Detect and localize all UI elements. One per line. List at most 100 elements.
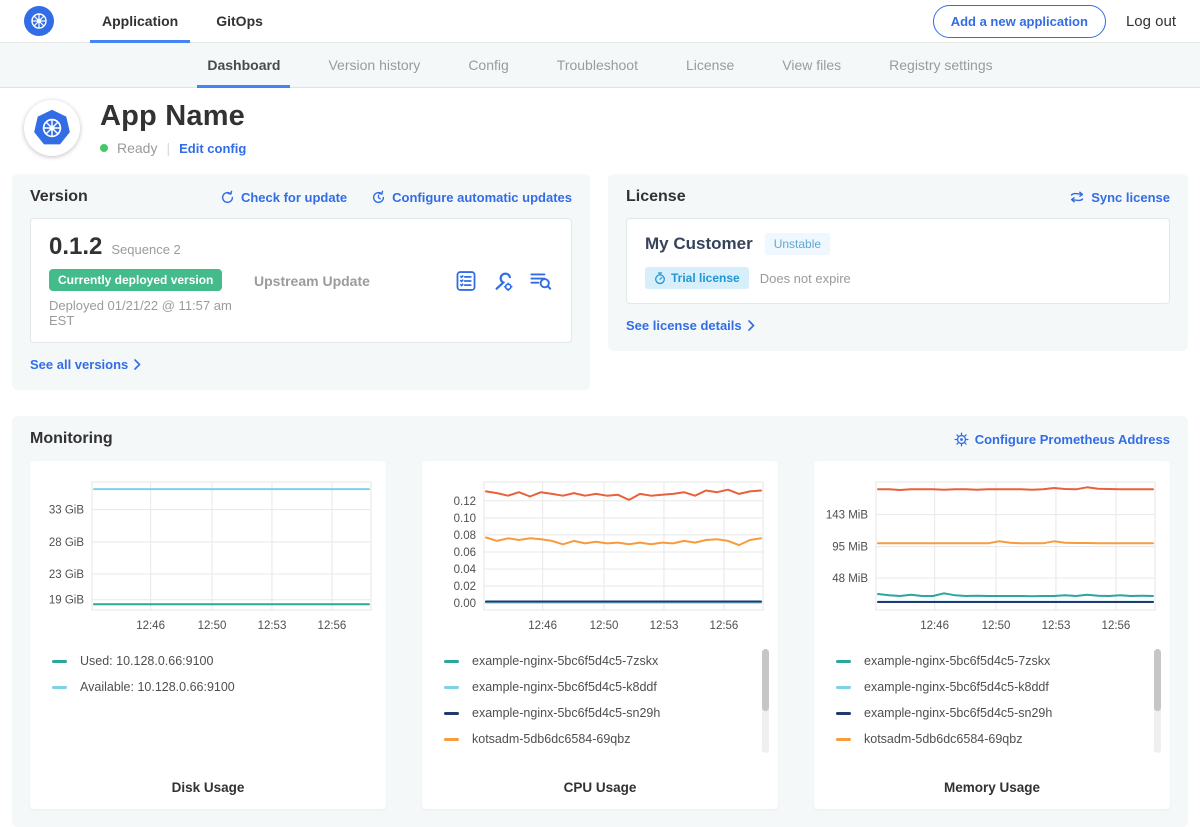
svg-text:0.04: 0.04 [454,564,477,576]
app-status-row: Ready | Edit config [100,140,246,156]
legend-dash-icon [836,686,851,689]
sync-arrows-icon [1069,190,1085,204]
legend-scrollbar[interactable] [1154,649,1161,753]
license-card: License Sync license My Customer Unstabl… [608,174,1188,351]
see-license-details-link[interactable]: See license details [626,318,755,333]
channel-badge: Unstable [765,233,830,255]
legend-item[interactable]: Available: 10.128.0.66:9100 [52,680,374,694]
schedule-update-icon [371,190,386,205]
legend-item[interactable]: kotsadm-5db6dc6584-69qbz [836,732,1158,746]
license-card-actions: Sync license [1069,190,1170,205]
cpu-usage-chart-title: CPU Usage [434,780,766,795]
memory-usage-legend: example-nginx-5bc6f5d4c5-7zskx example-ng… [836,654,1158,770]
customer-name: My Customer [645,234,753,254]
status-dot-icon [100,144,108,152]
disk-usage-chart-card: 12:4612:5012:5312:5619 GiB23 GiB28 GiB33… [30,461,386,809]
kubernetes-logo [24,6,54,36]
monitoring-header: Monitoring Configure Prometheus Address [30,430,1170,448]
kubernetes-heptagon-icon [33,109,71,147]
svg-text:0.08: 0.08 [454,530,476,542]
license-expiry: Does not expire [760,271,851,286]
check-for-update-label: Check for update [241,190,347,205]
svg-text:12:56: 12:56 [710,620,739,632]
legend-item[interactable]: example-nginx-5bc6f5d4c5-7zskx [836,654,1158,668]
legend-dash-icon [444,738,459,741]
cards-row: Version Check for update Configure au [12,174,1188,390]
config-wrench-icon[interactable] [492,270,514,292]
refresh-icon [220,190,235,205]
tab-troubleshoot-label: Troubleshoot [557,57,638,73]
chevron-right-icon [134,359,141,370]
edit-config-link[interactable]: Edit config [179,141,246,156]
tab-config[interactable]: Config [444,43,532,87]
add-application-button[interactable]: Add a new application [933,5,1106,38]
legend-scrollbar-thumb[interactable] [1154,649,1161,711]
app-sub-nav: Dashboard Version history Config Trouble… [0,43,1200,88]
memory-usage-chart-title: Memory Usage [826,780,1158,795]
tab-version-history-label: Version history [328,57,420,73]
legend-item[interactable]: example-nginx-5bc6f5d4c5-k8ddf [836,680,1158,694]
memory-usage-chart-card: 12:4612:5012:5312:5648 MiB95 MiB143 MiB … [814,461,1170,809]
legend-item[interactable]: Used: 10.128.0.66:9100 [52,654,374,668]
svg-text:143 MiB: 143 MiB [826,510,868,522]
tab-dashboard[interactable]: Dashboard [183,43,304,87]
svg-text:48 MiB: 48 MiB [832,573,868,585]
check-for-update-link[interactable]: Check for update [220,190,347,205]
version-action-icons [455,270,553,292]
configure-automatic-updates-link[interactable]: Configure automatic updates [371,190,572,205]
legend-label: example-nginx-5bc6f5d4c5-7zskx [472,654,658,668]
sync-license-link[interactable]: Sync license [1069,190,1170,205]
monitoring-title: Monitoring [30,430,113,448]
svg-text:28 GiB: 28 GiB [49,537,84,549]
svg-text:0.00: 0.00 [454,598,476,610]
svg-text:33 GiB: 33 GiB [49,505,84,517]
tab-registry-settings[interactable]: Registry settings [865,43,1016,87]
legend-item[interactable]: kotsadm-5db6dc6584-69qbz [444,732,766,746]
stopwatch-icon [654,272,666,285]
license-name-row: My Customer Unstable [645,233,1151,255]
release-notes-icon[interactable] [455,270,477,292]
cpu-usage-chart-card: 12:4612:5012:5312:560.000.020.040.060.08… [422,461,778,809]
configure-automatic-updates-label: Configure automatic updates [392,190,572,205]
legend-dash-icon [836,712,851,715]
legend-dash-icon [836,660,851,663]
legend-label: kotsadm-5db6dc6584-69qbz [472,732,630,746]
legend-label: example-nginx-5bc6f5d4c5-sn29h [472,706,660,720]
topnav-tab-application[interactable]: Application [90,0,190,42]
version-sequence: Sequence 2 [111,242,180,257]
legend-dash-icon [836,738,851,741]
file-search-icon[interactable] [529,270,553,292]
see-all-versions-link[interactable]: See all versions [30,357,141,372]
legend-item[interactable]: example-nginx-5bc6f5d4c5-k8ddf [444,680,766,694]
tab-version-history[interactable]: Version history [304,43,444,87]
version-card-actions: Check for update Configure automatic upd… [220,190,572,205]
version-card-footer: See all versions [30,356,572,374]
svg-text:12:53: 12:53 [650,620,679,632]
legend-dash-icon [52,686,67,689]
license-card-footer: See license details [626,317,1170,335]
tab-license[interactable]: License [662,43,758,87]
license-meta-row: Trial license Does not expire [645,267,1151,289]
svg-text:0.06: 0.06 [454,547,476,559]
legend-item[interactable]: example-nginx-5bc6f5d4c5-sn29h [444,706,766,720]
tab-troubleshoot[interactable]: Troubleshoot [533,43,662,87]
legend-item[interactable]: example-nginx-5bc6f5d4c5-7zskx [444,654,766,668]
see-license-details-label: See license details [626,318,742,333]
tab-view-files[interactable]: View files [758,43,865,87]
legend-item[interactable]: example-nginx-5bc6f5d4c5-sn29h [836,706,1158,720]
divider: | [166,140,170,156]
legend-dash-icon [444,660,459,663]
version-number: 0.1.2 [49,233,102,261]
disk-usage-svg: 12:4612:5012:5312:5619 GiB23 GiB28 GiB33… [42,473,374,637]
configure-prometheus-link[interactable]: Configure Prometheus Address [954,432,1170,447]
version-card-title: Version [30,188,88,206]
version-info: 0.1.2 Sequence 2 Currently deployed vers… [49,233,254,328]
legend-scrollbar[interactable] [762,649,769,753]
svg-text:95 MiB: 95 MiB [832,542,868,554]
logout-link[interactable]: Log out [1126,13,1176,30]
topnav-tab-gitops[interactable]: GitOps [204,0,275,42]
svg-text:12:46: 12:46 [136,620,165,632]
topnav-right: Add a new application Log out [933,0,1176,42]
legend-scrollbar-thumb[interactable] [762,649,769,711]
current-version-box: 0.1.2 Sequence 2 Currently deployed vers… [30,218,572,343]
